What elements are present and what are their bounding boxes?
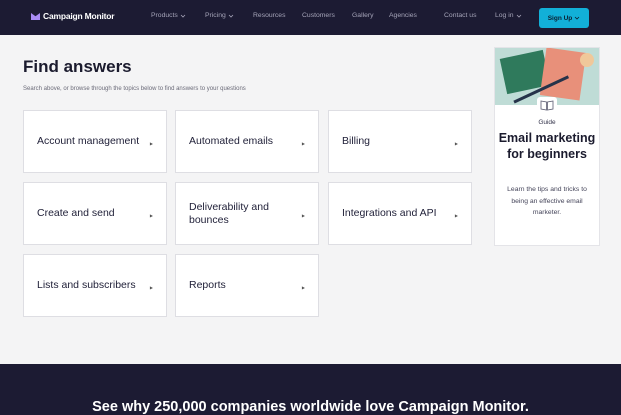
book-icon [537,97,557,113]
nav-item-customers[interactable]: Customers [302,12,335,19]
topic-label: Billing [342,135,371,147]
nav-item-agencies[interactable]: Agencies [389,12,417,19]
chevron-right-icon: ▶ [149,141,153,146]
chevron-right-icon: ▶ [301,141,305,146]
nav-label: Pricing [205,12,226,19]
nav-label: Products [151,12,178,19]
guide-tag: Guide [538,119,556,126]
top-nav: Campaign Monitor Products Pricing Resour… [0,0,621,35]
nav-label: Log in [495,12,514,19]
nav-label: Agencies [389,12,417,19]
guide-title: Email marketing for beginners [498,131,596,161]
campaign-monitor-logo-icon [31,12,40,20]
chevron-down-icon [516,14,521,18]
chevron-right-icon: ▶ [301,285,305,290]
topic-card-deliverability[interactable]: Deliverability and bounces ▶ [175,182,319,245]
topic-label: Integrations and API [342,207,437,219]
topic-card-billing[interactable]: Billing ▶ [328,110,472,173]
nav-item-contact[interactable]: Contact us [444,12,477,19]
nav-item-pricing[interactable]: Pricing [205,12,234,19]
topic-label: Lists and subscribers [37,279,136,291]
page-subtitle: Search above, or browse through the topi… [23,86,246,92]
guide-description: Learn the tips and tricks to being an ef… [507,186,587,216]
topic-label: Create and send [37,207,115,219]
topic-card-integrations[interactable]: Integrations and API ▶ [328,182,472,245]
nav-label: Customers [302,12,335,19]
topic-card-account-management[interactable]: Account management ▶ [23,110,167,173]
chevron-right-icon: ▶ [454,213,458,218]
topic-card-lists-and-subscribers[interactable]: Lists and subscribers ▶ [23,254,167,317]
topic-card-automated-emails[interactable]: Automated emails ▶ [175,110,319,173]
nav-item-products[interactable]: Products [151,12,186,19]
brand-name: Campaign Monitor [43,11,115,21]
topic-card-create-and-send[interactable]: Create and send ▶ [23,182,167,245]
signup-button[interactable]: Sign Up [539,8,589,28]
topic-card-reports[interactable]: Reports ▶ [175,254,319,317]
chevron-down-icon [180,14,186,18]
chevron-down-icon [228,14,234,18]
topic-label: Reports [189,279,226,291]
logo[interactable]: Campaign Monitor [31,11,115,21]
nav-item-gallery[interactable]: Gallery [352,12,374,19]
signup-label: Sign Up [547,14,573,22]
nav-item-resources[interactable]: Resources [253,12,286,19]
topic-label: Automated emails [189,135,274,147]
topic-label: Account management [37,135,140,147]
chevron-right-icon: ▶ [301,213,305,218]
topic-label: Deliverability and bounces [189,200,269,226]
footer-headline: See why 250,000 companies worldwide love… [92,399,529,415]
chevron-down-icon [574,16,580,20]
chevron-right-icon: ▶ [454,141,458,146]
guide-card[interactable]: Guide Email marketing for beginners Lear… [494,47,600,246]
nav-label: Resources [253,12,286,19]
nav-item-login[interactable]: Log in [495,12,522,19]
chevron-right-icon: ▶ [149,285,153,290]
chevron-right-icon: ▶ [149,213,153,218]
nav-label: Contact us [444,12,477,19]
page-title: Find answers [23,57,132,76]
nav-label: Gallery [352,12,374,19]
